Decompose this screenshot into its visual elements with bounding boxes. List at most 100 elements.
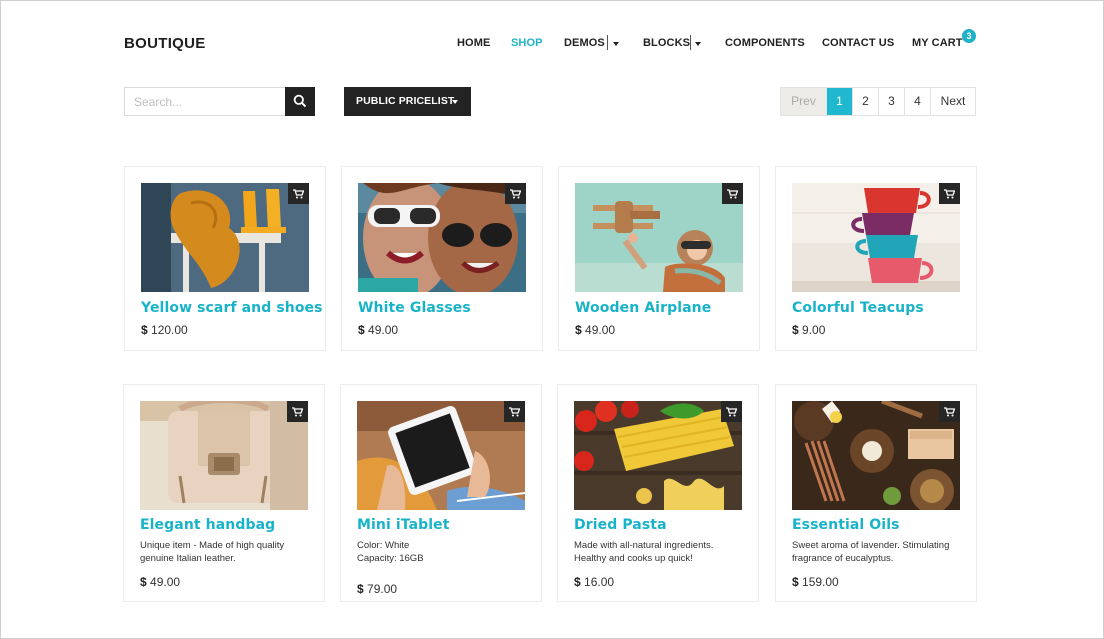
price-value: 49.00 <box>150 575 181 589</box>
pagination-page[interactable]: 1 <box>826 88 852 115</box>
cart-icon <box>293 189 304 199</box>
nav-home[interactable]: HOME <box>457 37 490 49</box>
nav-demos[interactable]: DEMOS <box>564 37 605 49</box>
price-value: 49.00 <box>585 323 616 337</box>
product-title[interactable]: Essential Oils <box>792 517 900 533</box>
currency-symbol: $ <box>792 575 799 589</box>
product-card[interactable]: Colorful Teacups $ 9.00 <box>775 166 977 351</box>
description-line: Color: White <box>357 540 410 551</box>
product-image[interactable] <box>574 401 742 510</box>
pagination-next[interactable]: Next <box>930 88 975 115</box>
product-title[interactable]: Dried Pasta <box>574 517 667 533</box>
product-price: $ 49.00 <box>140 575 180 589</box>
product-card[interactable]: Mini iTablet Color: White Capacity: 16GB… <box>340 384 542 602</box>
nav-blocks[interactable]: BLOCKS <box>643 37 690 49</box>
currency-symbol: $ <box>792 323 799 337</box>
description-line: Capacity: 16GB <box>357 553 424 564</box>
price-value: 16.00 <box>584 575 615 589</box>
cart-icon <box>944 407 955 417</box>
add-to-cart-button[interactable] <box>939 401 960 422</box>
description-line: genuine Italian leather. <box>140 553 236 564</box>
description-line: Sweet aroma of lavender. Stimulating <box>792 540 950 551</box>
demos-chevron-down-icon[interactable] <box>613 42 619 46</box>
nav-contact[interactable]: CONTACT US <box>822 37 894 49</box>
pricelist-dropdown-button[interactable]: PUBLIC PRICELIST <box>344 87 471 116</box>
product-price: $ 49.00 <box>358 323 398 337</box>
nav-divider <box>690 35 691 50</box>
product-image[interactable] <box>141 183 309 292</box>
product-image[interactable] <box>140 401 308 510</box>
product-description: Color: White Capacity: 16GB <box>357 539 517 565</box>
currency-symbol: $ <box>357 582 364 596</box>
price-value: 9.00 <box>802 323 826 337</box>
currency-symbol: $ <box>140 575 147 589</box>
description-line: Unique item - Made of high quality <box>140 540 285 551</box>
add-to-cart-button[interactable] <box>939 183 960 204</box>
product-price: $ 16.00 <box>574 575 614 589</box>
product-image[interactable] <box>792 401 960 510</box>
product-title[interactable]: Mini iTablet <box>357 517 450 533</box>
pagination-page[interactable]: 3 <box>878 88 904 115</box>
add-to-cart-button[interactable] <box>722 183 743 204</box>
product-card[interactable]: Elegant handbag Unique item - Made of hi… <box>123 384 325 602</box>
search-button[interactable] <box>285 87 315 116</box>
product-price: $ 49.00 <box>575 323 615 337</box>
add-to-cart-button[interactable] <box>504 401 525 422</box>
product-card[interactable]: White Glasses $ 49.00 <box>341 166 543 351</box>
pagination-prev[interactable]: Prev <box>781 88 826 115</box>
add-to-cart-button[interactable] <box>721 401 742 422</box>
product-price: $ 9.00 <box>792 323 825 337</box>
add-to-cart-button[interactable] <box>288 183 309 204</box>
price-value: 49.00 <box>368 323 399 337</box>
product-description: Made with all-natural ingredients. Healt… <box>574 539 734 565</box>
nav-divider <box>607 35 608 50</box>
currency-symbol: $ <box>358 323 365 337</box>
description-line: Healthy and cooks up quick! <box>574 553 693 564</box>
product-price: $ 159.00 <box>792 575 839 589</box>
product-image[interactable] <box>792 183 960 292</box>
product-description: Sweet aroma of lavender. Stimulating fra… <box>792 539 952 565</box>
product-image[interactable] <box>357 401 525 510</box>
nav-cart[interactable]: MY CART <box>912 37 963 49</box>
nav-components[interactable]: COMPONENTS <box>725 37 805 49</box>
chevron-down-icon <box>452 100 458 104</box>
product-card[interactable]: Dried Pasta Made with all-natural ingred… <box>557 384 759 602</box>
add-to-cart-button[interactable] <box>287 401 308 422</box>
cart-icon <box>292 407 303 417</box>
product-price: $ 79.00 <box>357 582 397 596</box>
pricelist-label: PUBLIC PRICELIST <box>356 95 455 107</box>
description-line: Made with all-natural ingredients. <box>574 540 714 551</box>
pagination-page[interactable]: 4 <box>904 88 930 115</box>
nav-shop[interactable]: SHOP <box>511 37 543 49</box>
pagination: Prev 1 2 3 4 Next <box>780 87 976 116</box>
product-card[interactable]: Yellow scarf and shoes $ 120.00 <box>124 166 326 351</box>
price-value: 79.00 <box>367 582 398 596</box>
cart-icon <box>727 189 738 199</box>
cart-icon <box>944 189 955 199</box>
price-value: 159.00 <box>802 575 839 589</box>
product-title[interactable]: Elegant handbag <box>140 517 275 533</box>
product-title[interactable]: Yellow scarf and shoes <box>141 300 323 316</box>
cart-icon <box>510 189 521 199</box>
product-image[interactable] <box>358 183 526 292</box>
product-card[interactable]: Wooden Airplane $ 49.00 <box>558 166 760 351</box>
cart-icon <box>726 407 737 417</box>
currency-symbol: $ <box>574 575 581 589</box>
product-title[interactable]: Colorful Teacups <box>792 300 924 316</box>
cart-count-badge: 3 <box>962 29 976 43</box>
product-image[interactable] <box>575 183 743 292</box>
currency-symbol: $ <box>575 323 582 337</box>
currency-symbol: $ <box>141 323 148 337</box>
pagination-page[interactable]: 2 <box>852 88 878 115</box>
product-card[interactable]: Essential Oils Sweet aroma of lavender. … <box>775 384 977 602</box>
product-title[interactable]: Wooden Airplane <box>575 300 711 316</box>
add-to-cart-button[interactable] <box>505 183 526 204</box>
brand-logo[interactable]: BOUTIQUE <box>124 35 206 52</box>
price-value: 120.00 <box>151 323 188 337</box>
product-description: Unique item - Made of high quality genui… <box>140 539 300 565</box>
product-price: $ 120.00 <box>141 323 188 337</box>
blocks-chevron-down-icon[interactable] <box>695 42 701 46</box>
search-icon <box>293 94 307 108</box>
search-input[interactable] <box>124 87 285 116</box>
product-title[interactable]: White Glasses <box>358 300 471 316</box>
